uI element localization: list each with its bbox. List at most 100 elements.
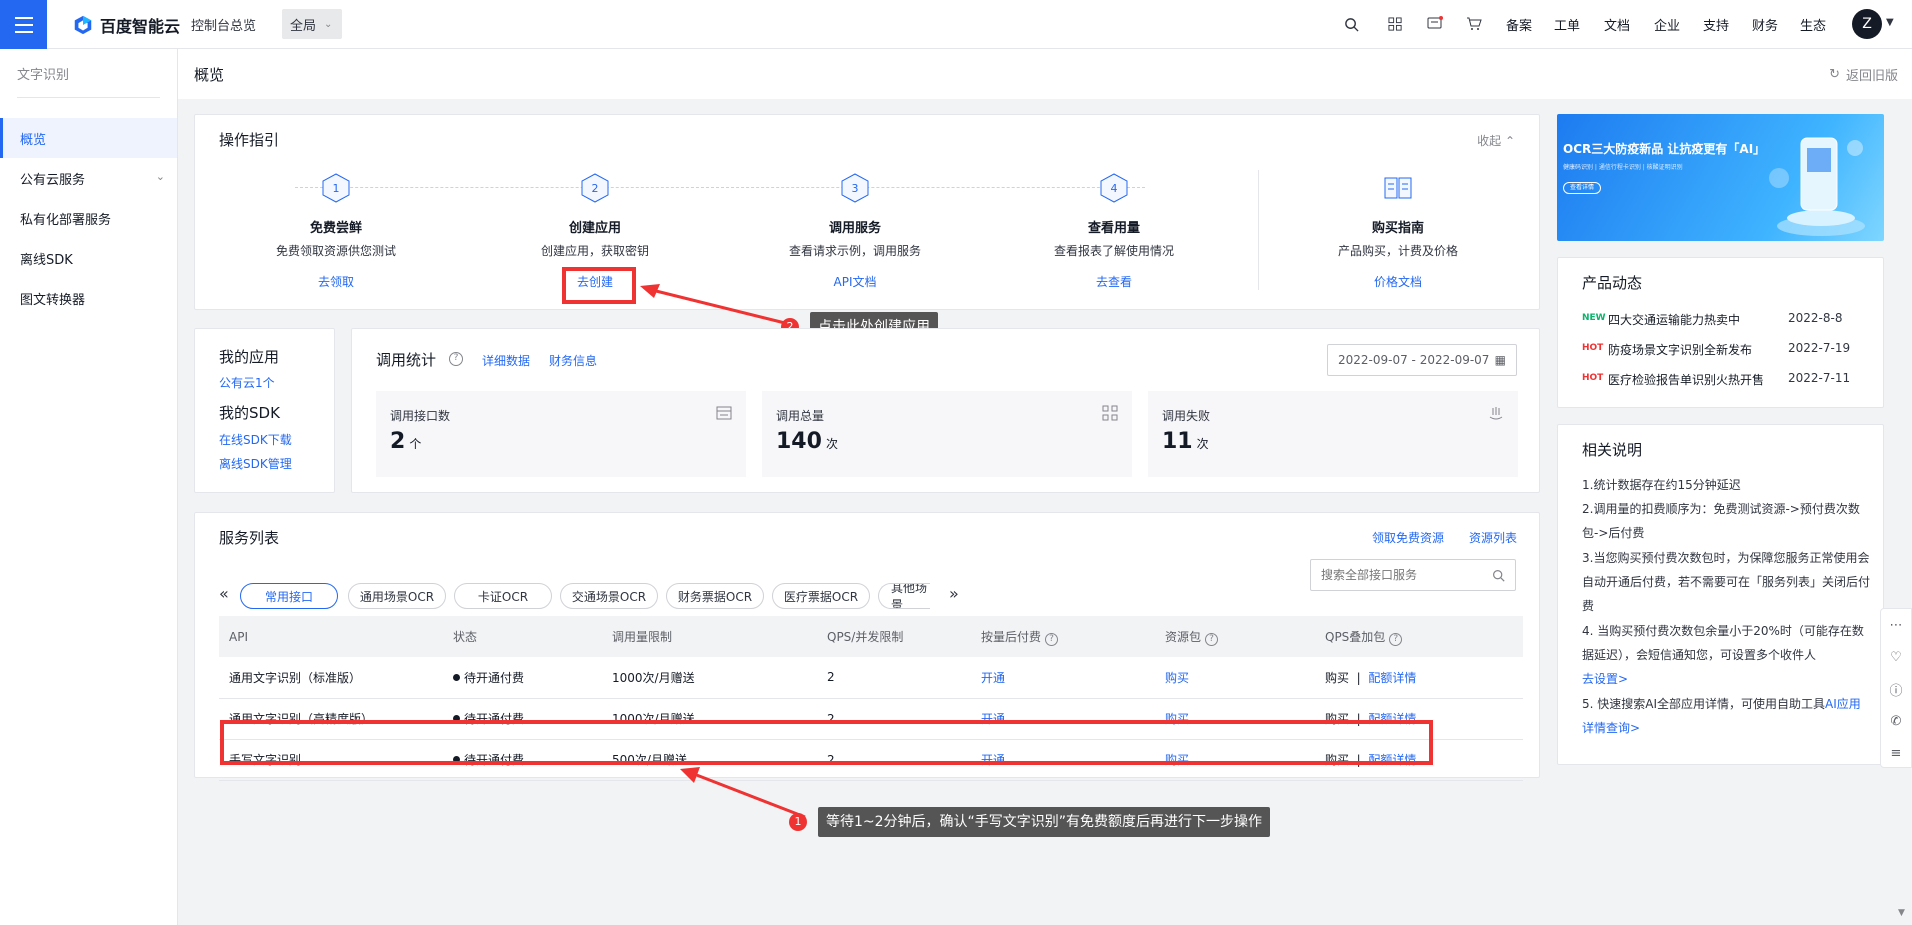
chevron-down-icon: ⌄ (155, 170, 165, 183)
search-icon[interactable] (1492, 569, 1505, 582)
api-name: 通用文字识别（标准版） (219, 657, 443, 699)
annotation-highlight-row (220, 720, 1433, 765)
price-docs-link[interactable]: 价格文档 (1374, 273, 1422, 290)
call-stats-card: 调用统计 ? 详细数据 财务信息 2022-09-07 - 2022-09-07… (351, 328, 1540, 493)
help-icon[interactable]: ? (1205, 632, 1219, 646)
table-header: API 状态 调用量限制 QPS/并发限制 按量后付费? 资源包? QPS叠加包… (219, 616, 1523, 657)
resource-list-link[interactable]: 资源列表 (1469, 529, 1517, 546)
nav-ecosystem[interactable]: 生态 (1800, 15, 1826, 34)
news-item[interactable]: NEW 四大交通运输能力热卖中 2022-8-8 (1582, 311, 1842, 328)
note-item: 1.统计数据存在约15分钟延迟 (1582, 478, 1741, 492)
search-input[interactable] (1310, 559, 1516, 591)
scroll-right-icon[interactable]: » (949, 584, 959, 603)
stat-label: 调用总量 (776, 409, 825, 423)
sidebar-item-offline-sdk[interactable]: 离线SDK (0, 238, 177, 278)
help-icon[interactable]: ? (449, 352, 463, 366)
tab-card-ocr[interactable]: 卡证OCR (454, 583, 552, 609)
settings-link[interactable]: 去设置> (1582, 672, 1628, 686)
product-news-card: 产品动态 NEW 四大交通运输能力热卖中 2022-8-8 HOT 防疫场景文字识别全… (1557, 257, 1884, 408)
floating-toolbar: ⋯ ♡ ⓘ ✆ ≡ (1880, 608, 1912, 768)
sidebar-item-private-deploy[interactable]: 私有化部署服务 (0, 198, 177, 238)
avatar[interactable]: Z (1852, 9, 1882, 39)
my-sdk-title: 我的SDK (219, 404, 280, 422)
search-field[interactable] (1321, 568, 1481, 582)
step-desc: 创建应用，获取密钥 (540, 244, 649, 258)
refresh-icon: ↻ (1829, 67, 1840, 82)
date-range-picker[interactable]: 2022-09-07 - 2022-09-07 ▦ (1327, 344, 1517, 376)
step-call-service: 3 调用服务 查看请求示例，调用服务 API文档 (755, 173, 955, 290)
tab-other[interactable]: 其他场景 (878, 583, 930, 609)
news-date: 2022-7-19 (1788, 341, 1851, 355)
tab-common-api[interactable]: 常用接口 (240, 583, 338, 609)
news-text: 医疗检验报告单识别火热开售 (1608, 373, 1765, 387)
quota-detail-link[interactable]: 配额详情 (1368, 671, 1416, 685)
phone-icon[interactable]: ✆ (1881, 705, 1911, 737)
public-cloud-apps-link[interactable]: 公有云1个 (219, 374, 275, 391)
package-cell: 购买 (1155, 657, 1315, 699)
collapse-button[interactable]: 收起 ⌃ (1477, 132, 1515, 149)
message-icon[interactable] (1425, 14, 1445, 34)
enable-postpay-link[interactable]: 开通 (981, 671, 1005, 685)
region-label: 全局 (290, 18, 317, 34)
feedback-icon[interactable]: ≡ (1881, 737, 1911, 769)
column-header: 资源包? (1155, 616, 1315, 657)
sidebar-item-image-converter[interactable]: 图文转换器 (0, 278, 177, 318)
console-overview-link[interactable]: 控制台总览 (191, 15, 256, 34)
postpay-cell: 开通 (971, 657, 1155, 699)
top-bar: 百度智能云 控制台总览 全局 ⌄ 备案 工单 文档 企业 支持 财务 生态 Z … (0, 0, 1912, 49)
tab-finance-ocr[interactable]: 财务票据OCR (666, 583, 764, 609)
step-free-trial: 1 免费尝鲜 免费领取资源供您测试 去领取 (236, 173, 436, 290)
finance-info-link[interactable]: 财务信息 (549, 352, 597, 369)
nav-docs[interactable]: 文档 (1604, 15, 1630, 34)
news-item[interactable]: HOT 防疫场景文字识别全新发布 2022-7-19 (1582, 341, 1850, 358)
page-header: 概览 ↻ 返回旧版 (178, 49, 1912, 99)
help-icon[interactable]: ? (1045, 632, 1059, 646)
region-selector[interactable]: 全局 ⌄ (282, 9, 342, 39)
news-item[interactable]: HOT 医疗检验报告单识别火热开售 2022-7-11 (1582, 371, 1850, 388)
nav-enterprise[interactable]: 企业 (1654, 15, 1680, 34)
view-usage-link[interactable]: 去查看 (1096, 273, 1132, 290)
back-old-version-link[interactable]: ↻ 返回旧版 (1829, 65, 1898, 84)
step-number: 1 (333, 182, 340, 195)
buy-qps-link[interactable]: 购买 (1325, 671, 1349, 685)
divider (1258, 170, 1259, 290)
help-icon[interactable]: ? (1389, 632, 1403, 646)
heart-icon[interactable]: ♡ (1881, 641, 1911, 673)
stat-value: 2个 (390, 429, 422, 454)
online-sdk-download-link[interactable]: 在线SDK下载 (219, 431, 292, 448)
scroll-down-icon[interactable]: ▼ (1898, 908, 1908, 918)
chevron-down-icon[interactable]: ▼ (1886, 17, 1894, 28)
drag-handle-icon[interactable]: ⋯ (1881, 609, 1911, 641)
nav-ticket[interactable]: 工单 (1554, 15, 1580, 34)
tab-traffic-ocr[interactable]: 交通场景OCR (560, 583, 658, 609)
qps-package-cell: 购买 | 配额详情 (1315, 657, 1523, 699)
step-4-hex-icon: 4 (1100, 173, 1128, 203)
scroll-left-icon[interactable]: « (219, 584, 229, 603)
claim-free-resources-link[interactable]: 领取免费资源 (1372, 529, 1444, 546)
chevron-up-icon: ⌃ (1504, 134, 1515, 148)
menu-icon[interactable] (0, 0, 47, 49)
sidebar-item-public-cloud[interactable]: 公有云服务 ⌄ (0, 158, 177, 198)
promo-banner[interactable]: OCR三大防疫新品 让抗疫更有「AI」 健康码识别 | 通信行程卡识别 | 核酸… (1557, 114, 1884, 241)
detail-data-link[interactable]: 详细数据 (482, 352, 530, 369)
brand-logo[interactable]: 百度智能云 (72, 13, 180, 37)
search-icon[interactable] (1341, 14, 1361, 34)
sidebar-item-overview[interactable]: 概览 (0, 118, 177, 158)
nav-finance[interactable]: 财务 (1752, 15, 1778, 34)
help-circle-icon[interactable]: ⓘ (1881, 673, 1911, 705)
limit-cell: 1000次/月赠送 (602, 657, 817, 699)
step-view-usage: 4 查看用量 查看报表了解使用情况 去查看 (1014, 173, 1214, 290)
banner-button[interactable]: 查看详情 (1563, 182, 1601, 194)
tab-general-ocr[interactable]: 通用场景OCR (348, 583, 446, 609)
note-item: 4. 当购买预付费次数包余量小于20%时（可能存在数据延迟），会短信通知您，可设… (1582, 624, 1864, 686)
api-docs-link[interactable]: API文档 (834, 273, 877, 290)
failure-icon (1489, 407, 1503, 420)
tab-medical-ocr[interactable]: 医疗票据OCR (772, 583, 870, 609)
nav-beian[interactable]: 备案 (1506, 15, 1532, 34)
offline-sdk-manage-link[interactable]: 离线SDK管理 (219, 455, 292, 472)
buy-package-link[interactable]: 购买 (1165, 671, 1189, 685)
apps-icon[interactable] (1385, 14, 1405, 34)
cart-icon[interactable] (1464, 14, 1484, 34)
claim-link[interactable]: 去领取 (318, 273, 354, 290)
nav-support[interactable]: 支持 (1703, 15, 1729, 34)
